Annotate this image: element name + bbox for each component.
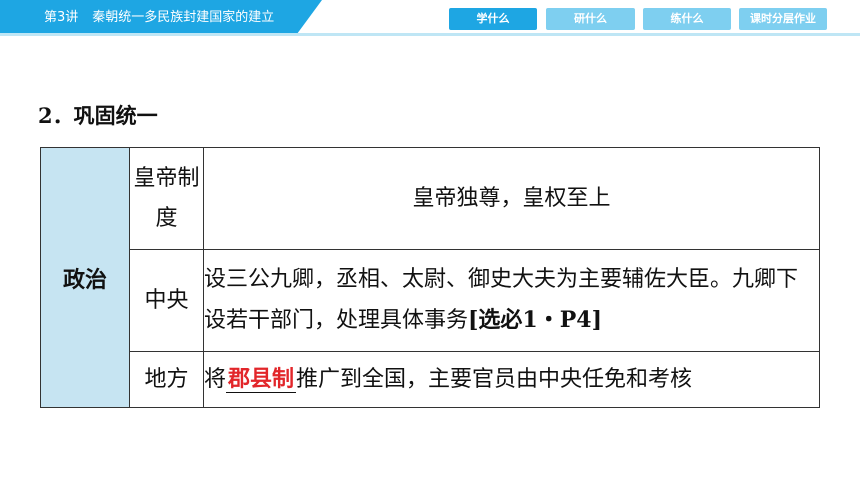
category-cell: 政治: [40, 147, 130, 408]
nav-tab-study[interactable]: 研什么: [546, 8, 635, 30]
row-label-local: 地方: [129, 351, 204, 408]
summary-table: 政治 皇帝制度 皇帝独尊，皇权至上 中央 设三公九卿，丞相、太尉、御史大夫为主要…: [40, 147, 820, 408]
row-content-local: 将郡县制推广到全国，主要官员由中央任免和考核: [203, 351, 820, 408]
textbook-reference: [选必1・P4]: [468, 307, 602, 333]
row-label-central: 中央: [129, 249, 204, 352]
nav-tab-homework[interactable]: 课时分层作业: [739, 8, 827, 30]
top-bar-divider: [0, 33, 860, 36]
table-row: 中央 设三公九卿，丞相、太尉、御史大夫为主要辅佐大臣。九卿下设若干部门，处理具体…: [41, 249, 820, 352]
lesson-heading: 第3讲 秦朝统一多民族封建国家的建立: [44, 7, 274, 29]
section-title: 2．巩固统一: [38, 103, 158, 128]
row-label-emperor-system: 皇帝制度: [129, 147, 204, 250]
table-row: 地方 将郡县制推广到全国，主要官员由中央任免和考核: [41, 351, 820, 408]
lesson-number: 第3讲: [44, 10, 79, 25]
lesson-title: 秦朝统一多民族封建国家的建立: [92, 10, 275, 25]
row-content-emperor-system: 皇帝独尊，皇权至上: [203, 147, 820, 250]
table-row: 政治 皇帝制度 皇帝独尊，皇权至上: [40, 147, 820, 408]
top-bar: 第3讲 秦朝统一多民族封建国家的建立 学什么 研什么 练什么 课时分层作业: [0, 0, 860, 35]
local-suffix: 推广到全国，主要官员由中央任免和考核: [296, 366, 693, 392]
local-prefix: 将: [204, 366, 227, 392]
nav-tab-practice[interactable]: 练什么: [643, 8, 731, 30]
row-content-central: 设三公九卿，丞相、太尉、御史大夫为主要辅佐大臣。九卿下设若干部门，处理具体事务[…: [203, 249, 820, 352]
fill-blank-answer: 郡县制: [226, 366, 297, 393]
nav-tab-learn[interactable]: 学什么: [449, 8, 537, 30]
